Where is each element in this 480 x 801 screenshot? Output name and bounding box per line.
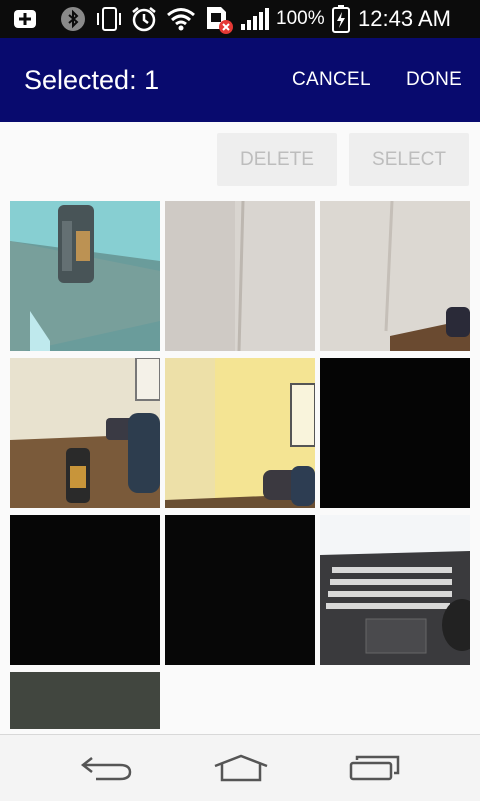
delete-button[interactable]: DELETE — [217, 133, 337, 186]
select-button[interactable]: SELECT — [349, 133, 469, 186]
back-icon[interactable] — [57, 735, 157, 801]
photo-laptop-keyboard[interactable] — [320, 515, 470, 665]
photo-black-3[interactable] — [165, 515, 315, 665]
photo-black-2[interactable] — [10, 515, 160, 665]
recents-icon[interactable] — [325, 735, 425, 801]
photo-white-wall[interactable] — [165, 201, 315, 351]
navigation-bar — [0, 734, 480, 801]
photo-black-1[interactable] — [320, 358, 470, 508]
photo-energy-can-on-table[interactable] — [10, 201, 160, 351]
status-bar: 100% 12:43 AM — [0, 0, 480, 38]
action-bar: Selected: 1 CANCEL DONE — [0, 38, 480, 122]
photo-dark-partial[interactable] — [10, 672, 160, 729]
cancel-button[interactable]: CANCEL — [292, 38, 371, 122]
bluetooth-icon — [58, 0, 88, 38]
done-button[interactable]: DONE — [406, 38, 462, 122]
photo-wall-corner-desk[interactable] — [320, 201, 470, 351]
battery-charging-icon — [330, 0, 352, 38]
clock: 12:43 AM — [358, 6, 451, 31]
add-notification-icon — [12, 0, 38, 38]
sim-error-icon — [203, 0, 235, 38]
photo-yellow-room[interactable] — [165, 358, 315, 508]
signal-icon — [239, 0, 271, 38]
wifi-icon — [165, 0, 197, 38]
battery-percent: 100% — [276, 8, 325, 29]
home-icon[interactable] — [191, 735, 291, 801]
alarm-icon — [129, 0, 159, 38]
photo-can-on-desk[interactable] — [10, 358, 160, 508]
selection-title: Selected: 1 — [24, 65, 160, 95]
vibrate-icon — [94, 0, 124, 38]
